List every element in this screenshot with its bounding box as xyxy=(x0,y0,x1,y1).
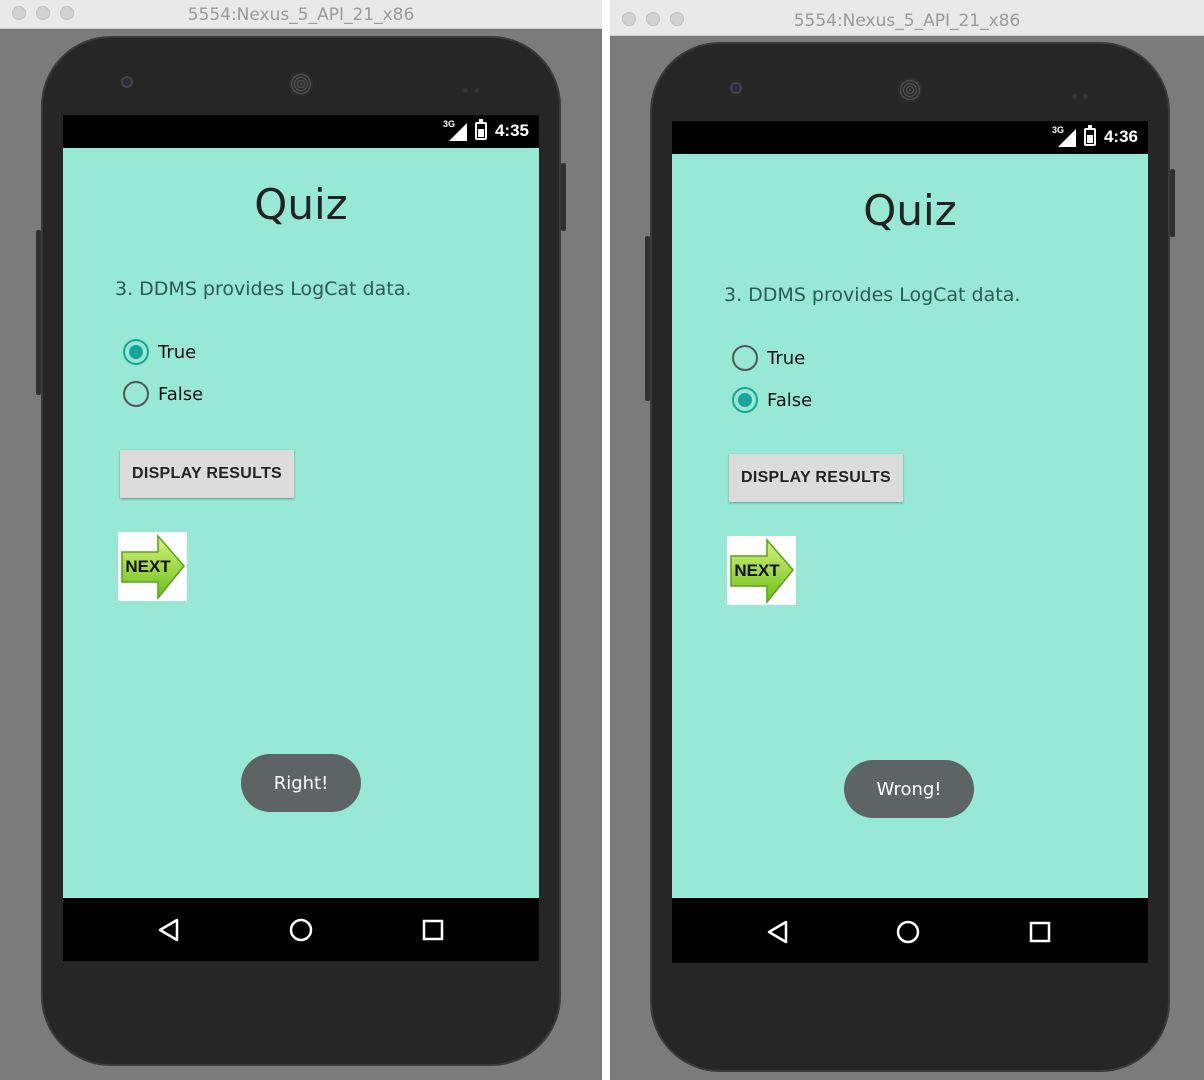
radio-unchecked-icon[interactable] xyxy=(123,381,149,407)
earpiece-speaker xyxy=(898,78,922,102)
window-titlebar: 5554:Nexus_5_API_21_x86 xyxy=(0,0,602,29)
next-arrow-button[interactable]: NEXT xyxy=(118,532,187,601)
battery-icon xyxy=(1083,125,1096,146)
recents-icon xyxy=(422,919,444,940)
nav-back-button[interactable] xyxy=(738,900,818,963)
next-arrow-button[interactable]: NEXT xyxy=(727,536,796,605)
signal-icon: 3G xyxy=(443,119,467,141)
radio-option-false[interactable]: False xyxy=(123,381,203,407)
navigation-bar xyxy=(63,898,539,961)
radio-unchecked-icon[interactable] xyxy=(732,345,758,371)
phone-frame: 3G 4:36 Quiz 3. DDMS provides LogCat dat… xyxy=(645,42,1175,1072)
toast-message: Right! xyxy=(241,754,361,812)
phone-frame: 3G 4:35 Quiz 3. DDMS provides LogCat dat… xyxy=(36,36,566,1066)
question-text: 3. DDMS provides LogCat data. xyxy=(115,278,412,300)
radio-label: False xyxy=(767,389,813,411)
nav-recents-button[interactable] xyxy=(393,898,473,961)
front-camera xyxy=(730,82,742,94)
volume-button[interactable] xyxy=(36,230,41,395)
home-icon xyxy=(289,918,313,941)
volume-button[interactable] xyxy=(645,236,650,401)
emulator-window-left: 5554:Nexus_5_API_21_x86 3G 4:35 Quiz 3. … xyxy=(0,0,602,1080)
display-results-button[interactable]: DISPLAY RESULTS xyxy=(729,454,903,502)
radio-label: False xyxy=(158,383,204,405)
window-title: 5554:Nexus_5_API_21_x86 xyxy=(187,5,415,25)
radio-option-true[interactable]: True xyxy=(123,339,196,365)
nav-home-button[interactable] xyxy=(868,900,948,963)
power-button[interactable] xyxy=(1170,169,1175,237)
radio-option-true[interactable]: True xyxy=(732,345,805,371)
nav-recents-button[interactable] xyxy=(1000,900,1080,963)
quiz-activity: Quiz 3. DDMS provides LogCat data. True … xyxy=(672,154,1148,898)
radio-option-false[interactable]: False xyxy=(732,387,812,413)
status-time: 4:36 xyxy=(1103,127,1138,146)
quiz-title: Quiz xyxy=(254,180,348,229)
radio-checked-icon[interactable] xyxy=(732,387,758,413)
nav-back-button[interactable] xyxy=(129,898,209,961)
emulator-window-right: 5554:Nexus_5_API_21_x86 3G 4:36 Quiz 3. … xyxy=(610,0,1204,1080)
radio-checked-icon[interactable] xyxy=(123,339,149,365)
front-camera xyxy=(121,76,133,88)
window-titlebar: 5554:Nexus_5_API_21_x86 xyxy=(610,0,1204,36)
nav-home-button[interactable] xyxy=(261,898,341,961)
phone-screen: 3G 4:35 Quiz 3. DDMS provides LogCat dat… xyxy=(63,115,539,961)
toast-message: Wrong! xyxy=(844,760,974,818)
quiz-activity: Quiz 3. DDMS provides LogCat data. True … xyxy=(63,148,539,898)
power-button[interactable] xyxy=(561,163,566,231)
next-label: NEXT xyxy=(734,561,780,580)
status-bar: 3G 4:35 xyxy=(63,115,539,148)
home-icon xyxy=(896,920,920,943)
proximity-sensor xyxy=(463,80,485,93)
radio-label: True xyxy=(767,347,806,369)
display-results-button[interactable]: DISPLAY RESULTS xyxy=(120,450,294,498)
back-icon xyxy=(158,918,179,941)
phone-screen: 3G 4:36 Quiz 3. DDMS provides LogCat dat… xyxy=(672,121,1148,963)
recents-icon xyxy=(1029,921,1051,942)
next-arrow-icon: NEXT xyxy=(730,537,794,605)
signal-icon: 3G xyxy=(1052,125,1076,147)
radio-label: True xyxy=(158,341,197,363)
back-icon xyxy=(767,920,788,943)
window-title: 5554:Nexus_5_API_21_x86 xyxy=(793,11,1021,31)
quiz-title: Quiz xyxy=(863,186,957,235)
question-text: 3. DDMS provides LogCat data. xyxy=(724,284,1021,306)
proximity-sensor xyxy=(1072,86,1094,99)
status-time: 4:35 xyxy=(494,121,529,140)
battery-icon xyxy=(474,119,487,140)
status-bar: 3G 4:36 xyxy=(672,121,1148,154)
next-arrow-icon: NEXT xyxy=(121,533,185,601)
next-label: NEXT xyxy=(125,557,171,576)
navigation-bar xyxy=(672,900,1148,963)
earpiece-speaker xyxy=(289,72,313,96)
